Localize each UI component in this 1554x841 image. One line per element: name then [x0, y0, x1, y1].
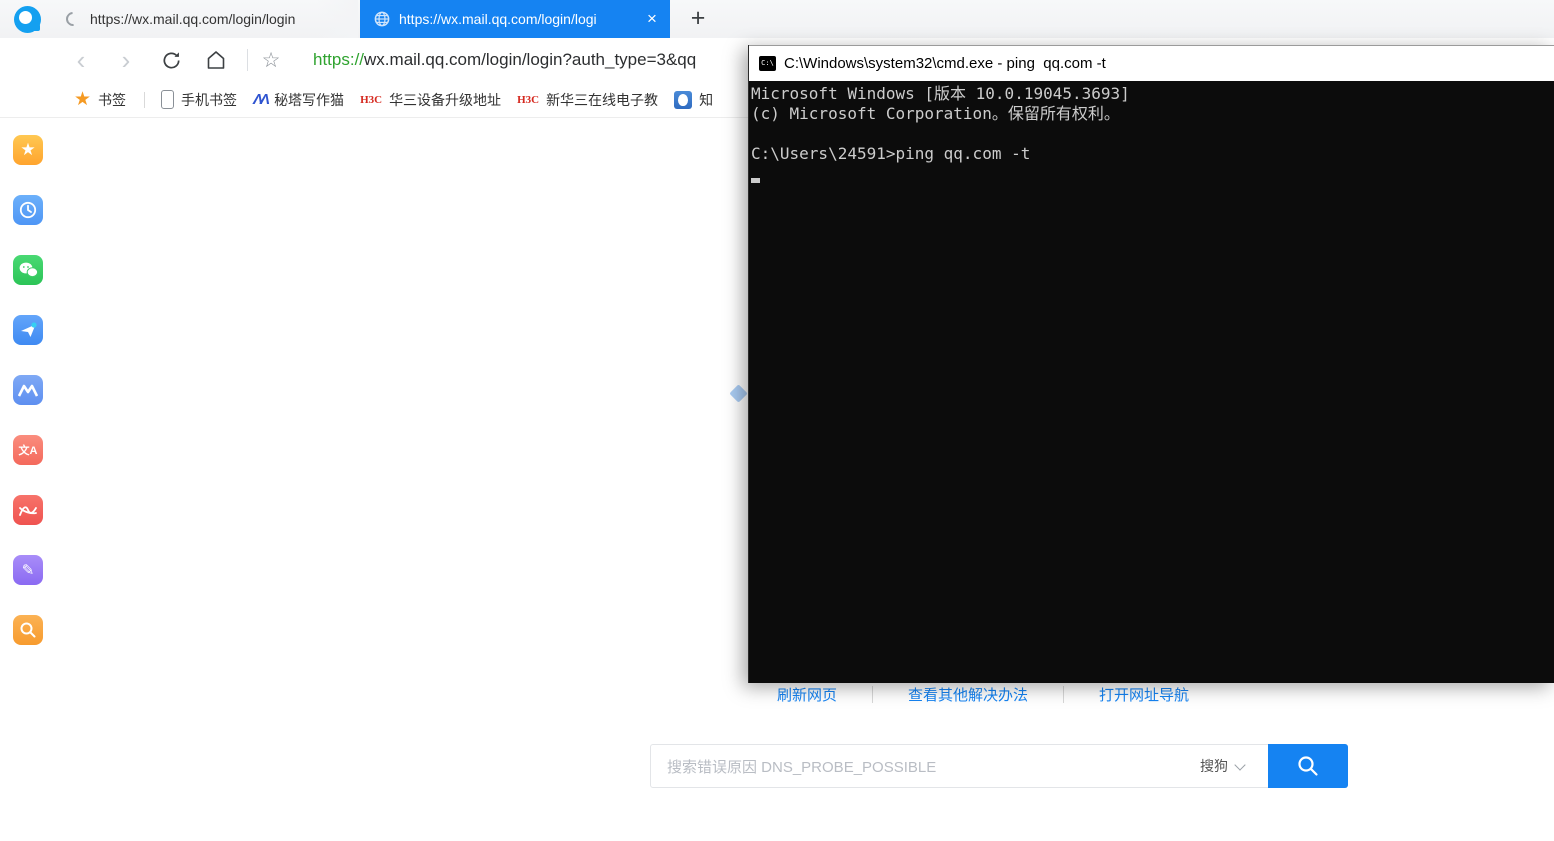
toolbar-divider	[247, 49, 248, 71]
tab-close-icon[interactable]: ×	[642, 0, 662, 38]
cmd-window-title: C:\Windows\system32\cmd.exe - ping qq.co…	[784, 55, 1106, 72]
bookmark-h3c-elearning[interactable]: H3C 新华三在线电子教	[517, 90, 658, 110]
other-solutions-link[interactable]: 查看其他解决办法	[873, 684, 1063, 705]
url-text: wx.mail.qq.com/login/login?auth_type=3&q…	[364, 50, 697, 69]
dock-search-icon[interactable]	[13, 615, 43, 645]
search-engine-selector[interactable]: 搜狗	[1200, 756, 1228, 776]
address-bar[interactable]: https://wx.mail.qq.com/login/login?auth_…	[313, 38, 696, 82]
open-site-nav-link[interactable]: 打开网址导航	[1064, 684, 1224, 705]
chevron-down-icon[interactable]	[1234, 758, 1246, 771]
reload-icon[interactable]	[158, 38, 184, 82]
refresh-page-link[interactable]: 刷新网页	[742, 684, 872, 705]
dock-mountain-icon[interactable]	[13, 375, 43, 405]
globe-icon	[374, 11, 390, 27]
terminal-line: C:\Users\24591>ping qq.com -t	[751, 144, 1031, 163]
bookmark-zhihu[interactable]: 知	[674, 90, 713, 110]
bookmark-metaso[interactable]: ΛΛ 秘塔写作猫	[253, 90, 344, 110]
search-icon	[1298, 756, 1318, 776]
tab-bar: https://wx.mail.qq.com/login/login https…	[0, 0, 1554, 38]
zhihu-icon	[674, 90, 693, 109]
terminal-line: (c) Microsoft Corporation。保留所有权利。	[751, 104, 1120, 123]
error-search-box[interactable]: 搜索错误原因 DNS_PROBE_POSSIBLE 搜狗	[650, 744, 1348, 788]
cmd-window[interactable]: C:\ C:\Windows\system32\cmd.exe - ping q…	[748, 45, 1554, 683]
cmd-titlebar[interactable]: C:\ C:\Windows\system32\cmd.exe - ping q…	[749, 45, 1554, 81]
phone-icon	[161, 90, 175, 109]
dock-history-icon[interactable]	[13, 195, 43, 225]
bookmarks-divider	[144, 91, 146, 108]
dock-notes-icon[interactable]: ✎	[13, 555, 43, 585]
terminal-line: Microsoft Windows [版本 10.0.19045.3693]	[751, 84, 1130, 103]
favorite-star-icon[interactable]: ☆	[258, 38, 284, 82]
tab-active[interactable]: https://wx.mail.qq.com/login/logi ×	[360, 0, 670, 38]
qq-browser-logo[interactable]	[14, 6, 41, 33]
bookmark-phone[interactable]: 手机书签	[161, 90, 237, 110]
tab-inactive[interactable]: https://wx.mail.qq.com/login/login	[52, 0, 358, 38]
dock-wechat-icon[interactable]	[13, 255, 43, 285]
terminal[interactable]: Microsoft Windows [版本 10.0.19045.3693] (…	[749, 81, 1554, 683]
url-protocol: https://	[313, 50, 365, 69]
loading-spinner-icon	[63, 9, 83, 29]
dock-translate-icon[interactable]: 文A	[13, 435, 43, 465]
star-icon: ★	[74, 89, 92, 110]
search-input[interactable]: 搜索错误原因 DNS_PROBE_POSSIBLE	[667, 756, 1200, 777]
error-action-links: 刷新网页 查看其他解决办法 打开网址导航	[742, 683, 1224, 705]
new-tab-button[interactable]: +	[680, 0, 716, 38]
search-button[interactable]	[1268, 744, 1348, 788]
metaso-icon: ΛΛ	[253, 91, 270, 108]
forward-icon[interactable]: ›	[113, 38, 139, 82]
dock-pdf-icon[interactable]	[13, 495, 43, 525]
terminal-cursor	[751, 178, 760, 183]
dock-favorites-icon[interactable]: ★	[13, 135, 43, 165]
h3c-icon: H3C	[517, 93, 540, 106]
cmd-icon: C:\	[759, 56, 776, 71]
bookmark-h3c-upgrade[interactable]: H3C 华三设备升级地址	[360, 90, 501, 110]
h3c-icon: H3C	[360, 93, 383, 106]
bookmark-root[interactable]: ★ 书签	[74, 88, 126, 111]
back-icon[interactable]: ‹	[68, 38, 94, 82]
home-icon[interactable]	[203, 38, 229, 82]
dock-send-to-phone-icon[interactable]	[13, 315, 43, 345]
error-illustration-fragment	[729, 384, 748, 403]
